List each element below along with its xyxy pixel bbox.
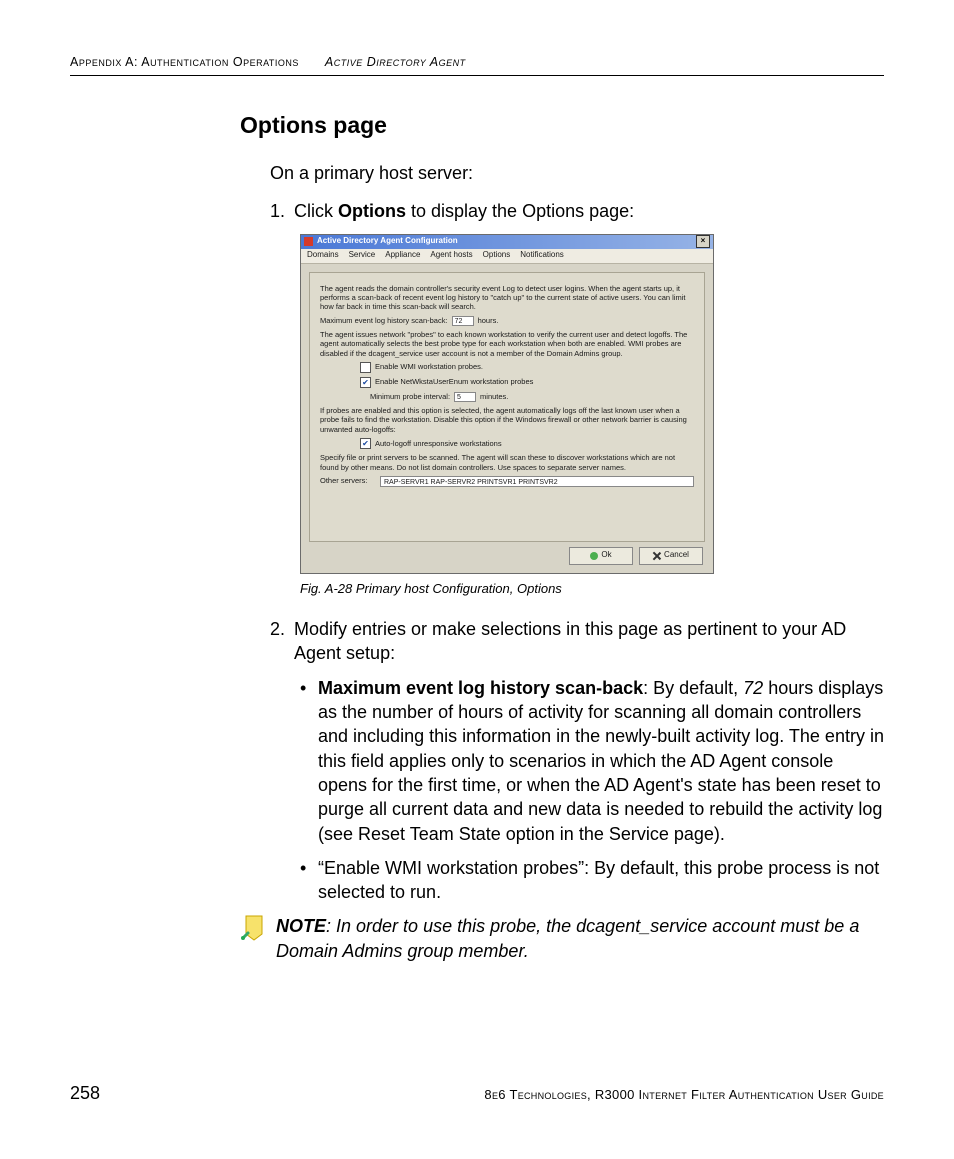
menu-bar: Domains Service Appliance Agent hosts Op…: [301, 249, 713, 264]
step1-bold: Options: [338, 201, 406, 221]
dialog-panel: The agent reads the domain controller's …: [309, 272, 705, 542]
page-number: 258: [70, 1083, 100, 1104]
cancel-label: Cancel: [664, 550, 689, 561]
header-left: Appendix A: Authentication Operations: [70, 55, 299, 69]
step-2: 2. Modify entries or make selections in …: [270, 617, 884, 666]
page-footer: 258 8e6 Technologies, R3000 Internet Fil…: [70, 1083, 884, 1104]
step-number: 1.: [270, 199, 294, 223]
panel-para3: If probes are enabled and this option is…: [320, 406, 694, 434]
panel-para2: The agent issues network "probes" to eac…: [320, 330, 694, 358]
other-servers-label: Other servers:: [320, 476, 376, 486]
note-label: NOTE: [276, 916, 326, 936]
menu-notifications[interactable]: Notifications: [520, 250, 564, 261]
menu-service[interactable]: Service: [349, 250, 376, 261]
other-servers-input[interactable]: RAP-SERVR1 RAP-SERVR2 PRINTSVR1 PRINTSVR…: [380, 476, 694, 487]
cancel-button[interactable]: Cancel: [639, 547, 703, 565]
menu-domains[interactable]: Domains: [307, 250, 339, 261]
wmi-checkbox[interactable]: [360, 362, 371, 373]
probe-label: Minimum probe interval:: [370, 392, 450, 402]
bullet2-text: “Enable WMI workstation probes”: By defa…: [318, 856, 884, 905]
probe-input[interactable]: 5: [454, 392, 476, 402]
dialog-titlebar: Active Directory Agent Configuration ×: [301, 235, 713, 249]
cancel-icon: [653, 552, 661, 560]
scanback-unit: hours.: [478, 316, 499, 326]
menu-agent-hosts[interactable]: Agent hosts: [430, 250, 472, 261]
note-block: NOTE: In order to use this probe, the dc…: [240, 914, 884, 963]
running-header: Appendix A: Authentication Operations Ac…: [70, 55, 884, 76]
app-icon: [304, 237, 313, 246]
step2-text: Modify entries or make selections in thi…: [294, 617, 884, 666]
scanback-label: Maximum event log history scan-back:: [320, 316, 448, 326]
dialog-window: Active Directory Agent Configuration × D…: [300, 234, 714, 574]
netwksta-checkbox[interactable]: ✔: [360, 377, 371, 388]
ok-button[interactable]: Ok: [569, 547, 633, 565]
dialog-title: Active Directory Agent Configuration: [317, 236, 458, 247]
bullet1-rest: hours displays as the number of hours of…: [318, 678, 884, 844]
step-1: 1. Click Options to display the Options …: [270, 199, 884, 223]
bullet1-italic: 72: [743, 678, 763, 698]
netwksta-label: Enable NetWkstaUserEnum workstation prob…: [375, 377, 533, 387]
footer-text: 8e6 Technologies, R3000 Internet Filter …: [484, 1087, 884, 1102]
menu-appliance[interactable]: Appliance: [385, 250, 420, 261]
panel-para1: The agent reads the domain controller's …: [320, 284, 694, 312]
bullet1-bold: Maximum event log history scan-back: [318, 678, 643, 698]
intro-text: On a primary host server:: [270, 161, 884, 185]
step1-post: to display the Options page:: [406, 201, 634, 221]
close-icon[interactable]: ×: [696, 235, 710, 248]
menu-options[interactable]: Options: [483, 250, 511, 261]
scanback-input[interactable]: 72: [452, 316, 474, 326]
autologoff-label: Auto-logoff unresponsive workstations: [375, 439, 502, 449]
bullet1-after: : By default,: [643, 678, 743, 698]
bullet-item-wmi: • “Enable WMI workstation probes”: By de…: [300, 856, 884, 905]
panel-para4: Specify file or print servers to be scan…: [320, 453, 694, 472]
figure-caption: Fig. A-28 Primary host Configuration, Op…: [300, 580, 884, 598]
section-title: Options page: [240, 112, 884, 139]
note-icon: [240, 914, 266, 944]
probe-unit: minutes.: [480, 392, 508, 402]
ok-label: Ok: [601, 550, 611, 561]
bullet-item-scanback: • Maximum event log history scan-back: B…: [300, 676, 884, 846]
header-right: Active Directory Agent: [325, 55, 466, 69]
ok-icon: [590, 552, 598, 560]
step-number: 2.: [270, 617, 294, 666]
autologoff-checkbox[interactable]: ✔: [360, 438, 371, 449]
note-text: : In order to use this probe, the dcagen…: [276, 916, 859, 960]
wmi-label: Enable WMI workstation probes.: [375, 362, 483, 372]
step1-pre: Click: [294, 201, 338, 221]
